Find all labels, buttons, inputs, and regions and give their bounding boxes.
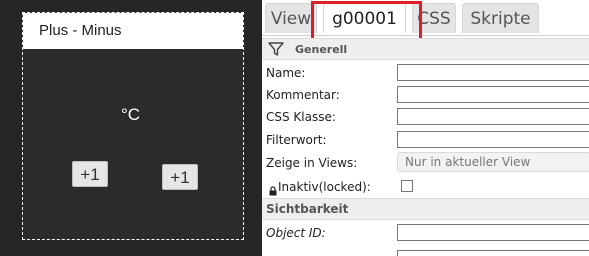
tab-scripts[interactable]: Skripte [462, 3, 539, 33]
section-general-title: Generell [295, 43, 348, 56]
css-class-label: CSS Klasse: [266, 110, 336, 124]
show-in-views-select[interactable]: Nur in aktueller View [397, 152, 589, 172]
filter-word-input[interactable] [397, 131, 589, 148]
inactive-checkbox[interactable] [401, 180, 413, 192]
plus-minus-widget[interactable]: Plus - Minus °C +1 +1 [22, 12, 244, 240]
unit-label: °C [121, 105, 141, 124]
comment-input[interactable] [397, 86, 589, 103]
attributes-panel: View g00001 CSS Skripte Generell Name: K… [262, 0, 589, 256]
section-visibility[interactable]: Sichtbarkeit [262, 198, 589, 220]
section-visibility-title: Sichtbarkeit [266, 202, 349, 216]
css-class-input[interactable] [397, 108, 589, 125]
filter-icon[interactable] [268, 41, 284, 61]
highlight-box [311, 1, 422, 42]
name-input[interactable] [397, 64, 589, 81]
show-in-views-label: Zeige in Views: [266, 156, 358, 170]
name-label: Name: [266, 66, 306, 80]
widget-title: Plus - Minus [23, 13, 243, 49]
inactive-label: Inaktiv(locked): [278, 180, 371, 194]
tab-bar: View g00001 CSS Skripte [262, 0, 589, 42]
next-field-input[interactable] [397, 250, 589, 256]
object-id-label: Object ID: [266, 226, 326, 240]
section-general[interactable]: Generell [262, 38, 589, 60]
filter-word-label: Filterwort: [266, 133, 327, 147]
tab-view[interactable]: View [265, 3, 317, 33]
object-id-input[interactable] [397, 224, 589, 241]
comment-label: Kommentar: [266, 88, 340, 102]
plus-one-button-left[interactable]: +1 [72, 161, 108, 187]
editor-canvas: Plus - Minus °C +1 +1 [0, 0, 262, 256]
plus-one-button-right[interactable]: +1 [162, 164, 198, 190]
